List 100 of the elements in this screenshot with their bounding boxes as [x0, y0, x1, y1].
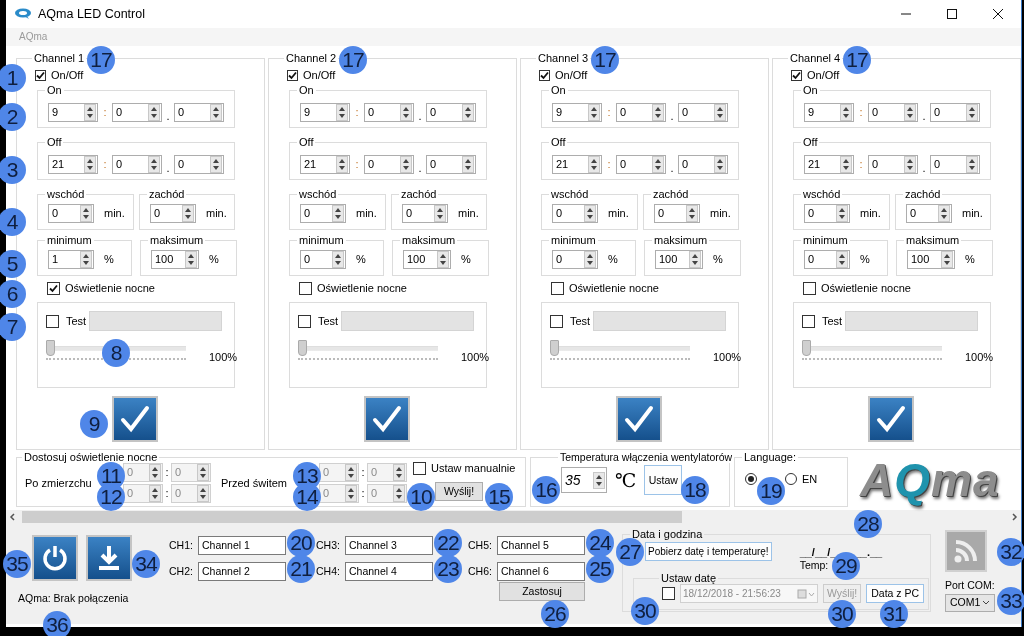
- number-spinner[interactable]: 0: [678, 154, 728, 174]
- number-spinner[interactable]: 0: [300, 204, 346, 223]
- number-spinner[interactable]: 0: [868, 102, 918, 122]
- apply-button[interactable]: [616, 396, 662, 442]
- download-button[interactable]: [86, 535, 132, 581]
- text-field[interactable]: Channel 5: [497, 536, 585, 555]
- separator: .: [165, 161, 171, 176]
- checkbox[interactable]: [35, 69, 46, 81]
- set-button[interactable]: Ustaw: [644, 465, 683, 495]
- checkbox[interactable]: [802, 314, 815, 328]
- window-title: AQma LED Control: [38, 5, 145, 23]
- number-spinner[interactable]: 21: [300, 154, 350, 174]
- checkbox[interactable]: [791, 69, 802, 81]
- apply-button[interactable]: Zastosuj: [499, 582, 585, 601]
- number-spinner[interactable]: 100: [655, 250, 703, 269]
- number-spinner[interactable]: 9: [804, 102, 854, 122]
- number-spinner[interactable]: 0: [552, 250, 598, 269]
- number-spinner[interactable]: 0: [654, 204, 700, 223]
- checkbox[interactable]: [803, 281, 816, 295]
- checkbox[interactable]: [551, 281, 564, 295]
- apply-button[interactable]: [364, 396, 410, 442]
- number-spinner[interactable]: 0: [150, 204, 196, 223]
- checkbox[interactable]: [298, 314, 311, 328]
- spin-arrows-icon: [836, 205, 848, 222]
- number-spinner[interactable]: 0: [174, 102, 224, 122]
- temperature-label: Temp:: [799, 559, 829, 572]
- number-spinner[interactable]: 0: [616, 102, 666, 122]
- number-spinner[interactable]: 9: [552, 102, 602, 122]
- number-spinner[interactable]: 21: [804, 154, 854, 174]
- number-spinner[interactable]: 0: [678, 102, 728, 122]
- number-spinner[interactable]: 100: [907, 250, 955, 269]
- slider-thumb[interactable]: [298, 340, 307, 356]
- number-spinner[interactable]: 0: [868, 154, 918, 174]
- group-title: Temperatura włączenia wentylatorów: [559, 451, 734, 463]
- spin-arrows-icon: [84, 155, 96, 173]
- separator: :: [858, 105, 864, 120]
- unit-label: min.: [710, 206, 731, 222]
- number-spinner[interactable]: 0: [426, 154, 476, 174]
- slider-thumb[interactable]: [802, 340, 811, 356]
- close-icon[interactable]: [992, 8, 1004, 20]
- slider-thumb[interactable]: [550, 340, 559, 356]
- number-spinner[interactable]: 0: [906, 204, 952, 223]
- fetch-button[interactable]: Pobierz datę i temperaturę!: [645, 542, 772, 561]
- number-marker: 1: [0, 64, 26, 92]
- group-title: On: [298, 84, 315, 96]
- text-field[interactable]: Channel 6: [497, 562, 585, 581]
- spin-arrows-icon: [345, 485, 357, 502]
- number-spinner[interactable]: 9: [300, 102, 350, 122]
- number-spinner[interactable]: 0: [364, 154, 414, 174]
- port-dropdown[interactable]: COM1: [945, 593, 995, 612]
- separator: :: [606, 157, 612, 172]
- number-spinner[interactable]: 0: [402, 204, 448, 223]
- number-spinner[interactable]: 0: [930, 102, 980, 122]
- text-field[interactable]: Channel 1: [198, 536, 286, 555]
- checkbox[interactable]: [539, 69, 550, 81]
- checkbox[interactable]: [287, 69, 298, 81]
- number-spinner[interactable]: 0: [930, 154, 980, 174]
- number-spinner[interactable]: 1: [48, 250, 94, 269]
- number-spinner[interactable]: 100: [403, 250, 451, 269]
- check-icon: [624, 405, 654, 433]
- number-spinner[interactable]: 0: [174, 154, 224, 174]
- text-field[interactable]: Channel 2: [198, 562, 286, 581]
- number-spinner[interactable]: 0: [300, 250, 346, 269]
- number-spinner[interactable]: 0: [48, 204, 94, 223]
- checkbox[interactable]: [46, 314, 59, 328]
- radio-button[interactable]: [785, 473, 797, 486]
- number-spinner[interactable]: 35: [561, 467, 607, 493]
- unit-label: %: [860, 252, 870, 268]
- power-button[interactable]: [32, 535, 78, 581]
- unit-label: %: [713, 252, 723, 268]
- separator: :: [360, 486, 366, 502]
- text-field[interactable]: Channel 4: [345, 562, 433, 581]
- text-field[interactable]: Channel 3: [345, 536, 433, 555]
- number-marker: 2: [0, 103, 26, 131]
- number-spinner[interactable]: 0: [364, 102, 414, 122]
- number-spinner[interactable]: 21: [48, 154, 98, 174]
- unit-label: min.: [206, 206, 227, 222]
- unit-label: %: [104, 252, 114, 268]
- number-spinner[interactable]: 0: [804, 250, 850, 269]
- number-spinner[interactable]: 0: [804, 204, 850, 223]
- apply-button[interactable]: [868, 396, 914, 442]
- number-spinner[interactable]: 0: [552, 204, 598, 223]
- maximize-icon[interactable]: [946, 8, 958, 20]
- unit-label: min.: [104, 206, 125, 222]
- radio-button[interactable]: [745, 473, 757, 486]
- checkbox[interactable]: [550, 314, 563, 328]
- apply-button[interactable]: [112, 396, 158, 442]
- number-spinner[interactable]: 0: [112, 154, 162, 174]
- spin-arrows-icon: [148, 155, 160, 173]
- number-spinner[interactable]: 0: [426, 102, 476, 122]
- number-spinner[interactable]: 9: [48, 102, 98, 122]
- checkbox[interactable]: [299, 281, 312, 295]
- checkbox[interactable]: [47, 281, 60, 295]
- slider-thumb[interactable]: [46, 340, 55, 356]
- number-spinner[interactable]: 21: [552, 154, 602, 174]
- number-spinner[interactable]: 100: [151, 250, 199, 269]
- number-spinner[interactable]: 0: [112, 102, 162, 122]
- spin-arrows-icon: [197, 464, 209, 481]
- group-title: maksimum: [905, 234, 961, 246]
- number-spinner[interactable]: 0: [616, 154, 666, 174]
